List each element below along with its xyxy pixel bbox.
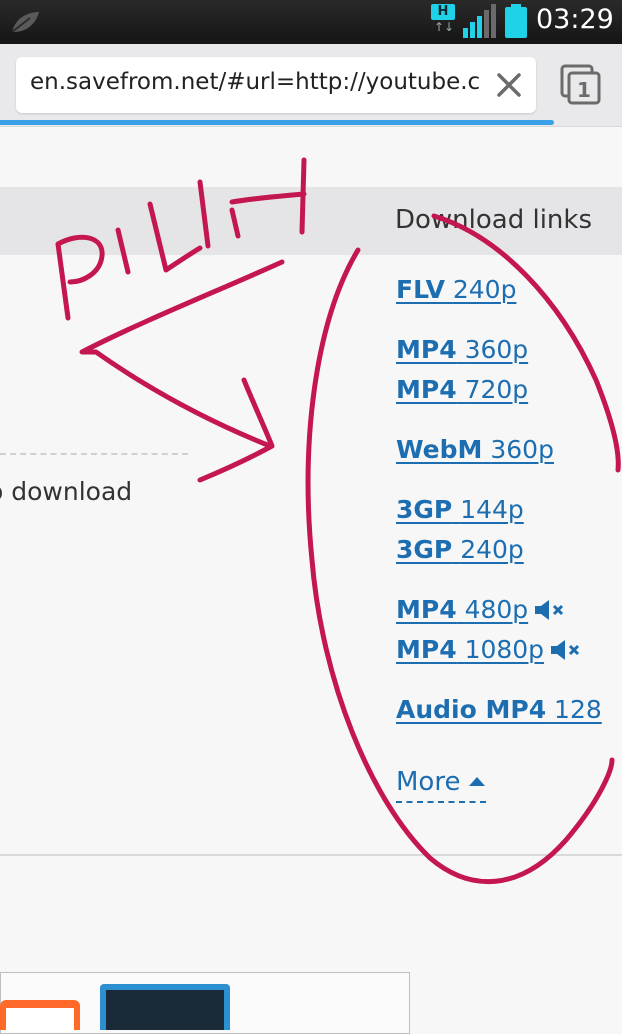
circle-stroke <box>305 247 615 885</box>
letter-h-stroke <box>229 191 307 205</box>
letter-i-stroke <box>197 179 211 249</box>
letter-h-stroke <box>229 207 241 239</box>
handwritten-annotation <box>55 157 621 885</box>
letter-l-stroke <box>147 201 203 273</box>
letter-p-stroke <box>55 234 105 321</box>
arrow-stroke <box>79 259 285 449</box>
circle-stroke <box>431 213 621 473</box>
letter-h-stroke <box>299 157 307 235</box>
letter-i-stroke <box>115 227 131 275</box>
